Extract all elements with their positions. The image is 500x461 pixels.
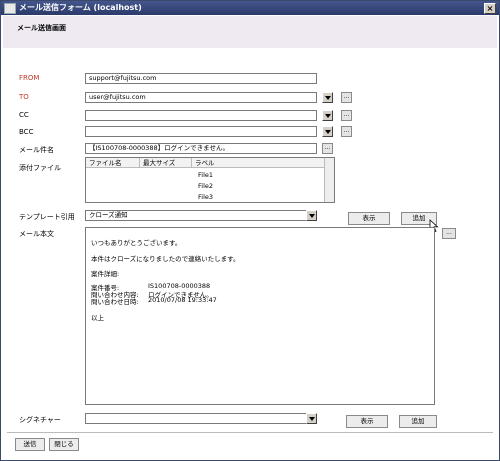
window-icon [4,3,16,14]
close-window-button[interactable]: × [484,3,496,14]
template-dropdown-icon[interactable] [306,210,317,221]
inquiry-datetime-value: 2010/07/08 19:33:47 [148,296,217,304]
header-band [3,16,497,48]
template-show-button[interactable]: 表示 [348,212,390,225]
subject-field[interactable]: 【IS100708-0000388】ログインできません。 [85,143,317,154]
attachment-row[interactable]: File2 [198,182,213,190]
cc-field[interactable] [85,110,317,121]
column-header-label[interactable]: ラベル [192,158,326,168]
signature-add-button[interactable]: 追加 [399,415,437,428]
cc-dropdown-button[interactable] [322,110,333,121]
signature-dropdown-icon[interactable] [306,413,317,424]
template-label: テンプレート引用 [19,213,75,221]
from-field[interactable]: support@fujitsu.com [85,73,317,84]
to-dropdown-button[interactable] [322,92,333,103]
attachment-row[interactable]: File1 [198,171,213,179]
body-textarea[interactable]: いつもありがとうございます。 本件はクローズになりましたので連絡いたします。 案… [85,227,435,405]
bcc-label: BCC [19,128,34,136]
signature-show-button[interactable]: 表示 [346,415,388,428]
bcc-field[interactable] [85,126,317,137]
attachments-table[interactable]: ファイル名 最大サイズ ラベル File1 File2 File3 [85,157,335,203]
body-line: いつもありがとうございます。 [91,239,182,247]
cc-label: CC [19,111,29,119]
body-label: メール本文 [19,230,54,238]
body-more-button[interactable]: ... [442,228,456,239]
footer-divider [7,432,493,433]
attachments-scrollbar[interactable] [324,158,334,202]
column-header-filename[interactable]: ファイル名 [86,158,140,168]
cc-more-button[interactable]: ... [341,110,352,121]
window-title: メール送信フォーム (localhost) [19,3,142,12]
close-button[interactable]: 閉じる [49,438,79,451]
mail-form-window: メール送信フォーム (localhost) × メール送信画面 FROM sup… [0,0,500,461]
body-line: 案件詳細: [91,270,120,278]
to-more-button[interactable]: ... [341,92,352,103]
subject-more-button[interactable]: ... [322,143,333,154]
signature-label: シグネチャー [19,416,61,424]
bcc-more-button[interactable]: ... [341,126,352,137]
column-header-maxsize[interactable]: 最大サイズ [140,158,192,168]
body-line: 以上 [91,314,104,322]
from-label: FROM [19,74,40,82]
body-line: 本件はクローズになりましたので連絡いたします。 [91,255,240,263]
bcc-dropdown-button[interactable] [322,126,333,137]
to-label: TO [19,93,29,101]
send-button[interactable]: 送信 [15,438,45,451]
title-bar: メール送信フォーム (localhost) × [1,1,499,15]
inquiry-datetime-key: 問い合わせ日時: [91,298,139,306]
subject-label: メール件名 [19,146,54,154]
attachments-label: 添付ファイル [19,164,61,172]
page-title: メール送信画面 [17,24,66,32]
signature-select[interactable] [85,413,317,424]
template-select[interactable]: クローズ通知 [85,210,317,221]
to-field[interactable]: user@fujitsu.com [85,92,317,103]
attachment-row[interactable]: File3 [198,193,213,201]
